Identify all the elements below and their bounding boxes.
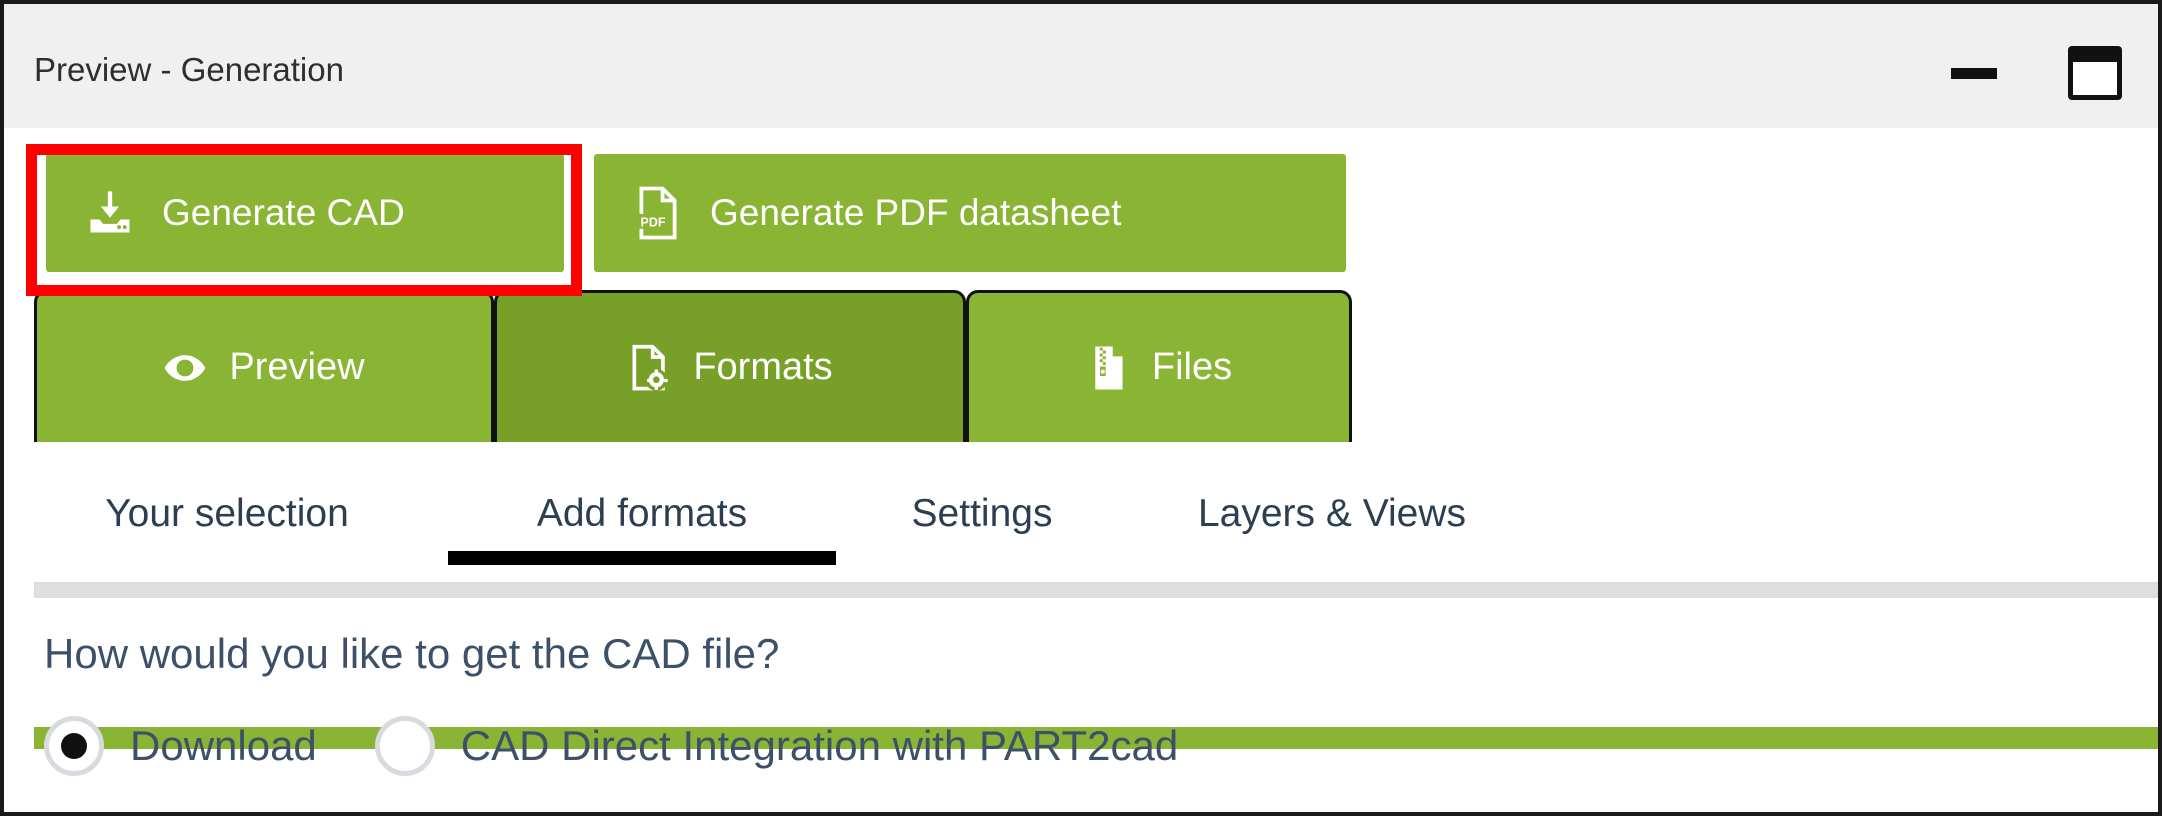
preview-generation-window: Preview - Generation Generate CAD PDF Ge… [0,0,2162,816]
radio-option-download[interactable]: Download [44,716,317,776]
secondary-tabs: Your selection Add formats Settings Laye… [4,463,2158,583]
subtab-layers-and-views-label: Layers & Views [1197,492,1467,535]
maximize-icon [2068,46,2122,100]
subtab-settings[interactable]: Settings [878,463,1086,565]
content-panel: How would you like to get the CAD file? … [4,598,2158,812]
subtab-settings-label: Settings [911,492,1053,535]
tab-preview-label: Preview [229,346,365,388]
tab-formats[interactable]: Formats [494,290,966,442]
subtab-your-selection[interactable]: Your selection [62,463,392,565]
title-bar: Preview - Generation [4,4,2158,128]
minimize-icon [1951,67,1997,79]
generate-cad-button[interactable]: Generate CAD [46,154,564,272]
tab-formats-label: Formats [693,346,833,388]
subtab-add-formats-label: Add formats [536,492,748,535]
cad-delivery-question: How would you like to get the CAD file? [44,630,780,677]
action-toolbar: Generate CAD PDF Generate PDF datasheet [4,128,2158,274]
subtab-add-formats[interactable]: Add formats [448,463,836,565]
generate-pdf-datasheet-button[interactable]: PDF Generate PDF datasheet [594,154,1346,272]
tab-preview[interactable]: Preview [34,290,494,442]
generate-pdf-datasheet-label: Generate PDF datasheet [710,192,1122,233]
subtab-layers-and-views[interactable]: Layers & Views [1156,463,1508,565]
subtab-underline [878,551,1086,565]
radio-button-unselected-icon[interactable] [374,716,435,776]
radio-option-cad-direct-integration-label: CAD Direct Integration with PART2cad [460,722,1179,769]
download-icon [82,187,138,239]
generate-cad-label: Generate CAD [162,192,405,233]
tab-files[interactable]: Files [966,290,1352,442]
subtab-your-selection-label: Your selection [105,492,349,535]
window-title: Preview - Generation [34,51,344,88]
primary-tabs: Preview Formats Files [4,290,2158,749]
subtab-underline [62,551,392,565]
minimize-button[interactable] [1948,51,2000,95]
file-archive-icon [1086,344,1130,392]
radio-button-selected-icon[interactable] [44,716,104,776]
file-gear-icon [627,344,671,392]
tab-files-label: Files [1151,346,1233,388]
subtab-underline [1156,551,1508,565]
subtab-active-underline [448,551,836,565]
svg-text:PDF: PDF [641,215,666,229]
eye-icon [163,353,207,383]
cad-delivery-radio-group: Download CAD Direct Integration with PAR… [44,716,1178,776]
window-controls [1948,44,2124,102]
radio-option-download-label: Download [130,722,317,769]
maximize-button[interactable] [2066,44,2124,102]
radio-option-cad-direct-integration[interactable]: CAD Direct Integration with PART2cad [374,716,1179,776]
content-divider [34,582,2158,598]
pdf-file-icon: PDF [630,186,686,240]
